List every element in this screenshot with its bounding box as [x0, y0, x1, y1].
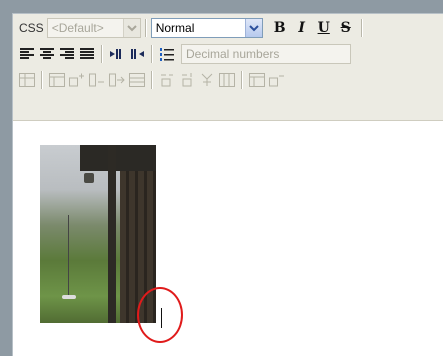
merge-cells-icon[interactable]	[217, 70, 237, 90]
strikethrough-button[interactable]: S	[335, 17, 357, 39]
embedded-photo[interactable]	[40, 145, 156, 323]
paragraph-format-select[interactable]: Normal	[150, 18, 263, 38]
toolbar-row-paragraph: Decimal numbers	[13, 41, 443, 67]
toolbar-separator	[241, 71, 243, 89]
swing-rope	[68, 215, 69, 295]
editor-content-area[interactable]	[13, 121, 443, 356]
table-grid-icon[interactable]	[127, 70, 147, 90]
table-icon[interactable]	[17, 70, 37, 90]
highlight-circle	[137, 287, 183, 343]
paragraph-format-value: Normal	[155, 21, 195, 35]
list-style-select[interactable]: Decimal numbers	[181, 44, 351, 64]
css-class-value: <Default>	[51, 21, 104, 35]
toolbar-separator	[360, 19, 363, 37]
porch-roof	[80, 145, 156, 171]
insert-column-icon[interactable]	[107, 70, 127, 90]
editor-toolbar: CSS <Default> Normal B I U S Decimal num…	[13, 14, 443, 121]
insert-cell-after-icon[interactable]	[177, 70, 197, 90]
css-label: CSS	[19, 21, 44, 35]
italic-button[interactable]: I	[291, 17, 313, 39]
ltr-icon[interactable]	[107, 44, 127, 64]
chevron-down-icon[interactable]	[122, 19, 140, 37]
align-right-icon[interactable]	[57, 44, 77, 64]
table-properties-icon[interactable]	[47, 70, 67, 90]
toolbar-separator	[151, 71, 153, 89]
insert-cell-before-icon[interactable]	[157, 70, 177, 90]
delete-row-icon[interactable]	[87, 70, 107, 90]
ordered-list-icon[interactable]	[157, 44, 177, 64]
cell-properties-icon[interactable]	[247, 70, 267, 90]
swing-seat	[62, 295, 76, 299]
chevron-down-icon[interactable]	[244, 19, 262, 37]
html-editor: CSS <Default> Normal B I U S Decimal num…	[12, 13, 443, 356]
porch-post	[108, 145, 116, 323]
split-cell-icon[interactable]	[197, 70, 217, 90]
lamp-shape	[84, 173, 94, 183]
toolbar-row-table	[13, 67, 443, 93]
css-class-select[interactable]: <Default>	[46, 18, 141, 38]
list-style-value: Decimal numbers	[186, 47, 280, 61]
toolbar-separator	[101, 45, 103, 63]
align-justify-icon[interactable]	[77, 44, 97, 64]
insert-row-above-icon[interactable]	[67, 70, 87, 90]
underline-button[interactable]: U	[313, 17, 335, 39]
toolbar-separator	[41, 71, 43, 89]
rtl-icon[interactable]	[127, 44, 147, 64]
align-left-icon[interactable]	[17, 44, 37, 64]
insert-row-below-icon[interactable]	[267, 70, 287, 90]
toolbar-separator	[151, 45, 153, 63]
toolbar-separator	[144, 19, 147, 37]
toolbar-row-formatting: CSS <Default> Normal B I U S	[13, 15, 443, 41]
align-center-icon[interactable]	[37, 44, 57, 64]
bold-button[interactable]: B	[269, 17, 291, 39]
